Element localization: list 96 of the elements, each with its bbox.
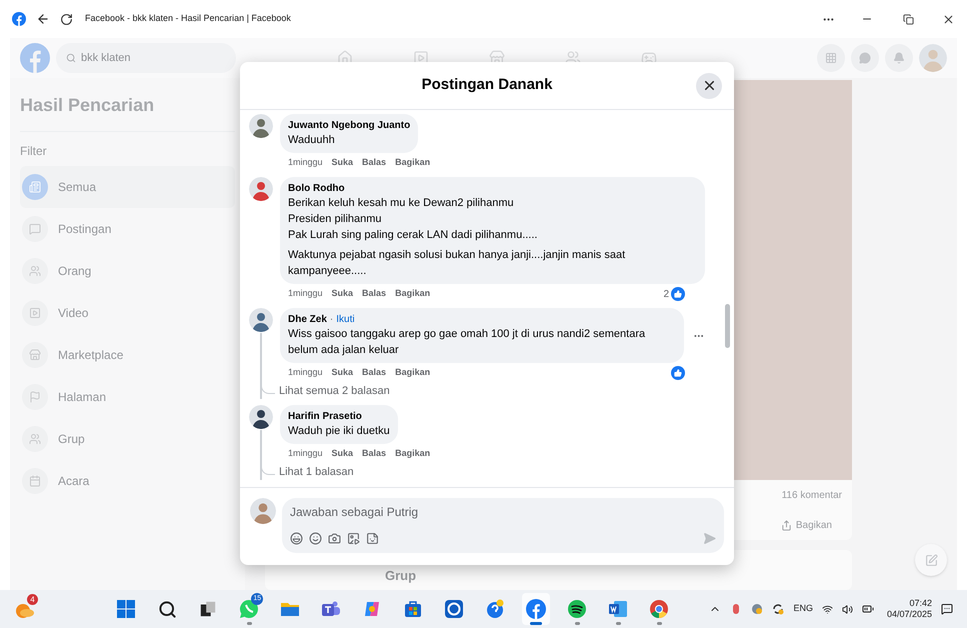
window-title: Facebook - bkk klaten - Hasil Pencarian | Facebook [85, 12, 291, 26]
author-name[interactable]: Harifin Prasetio [288, 410, 362, 423]
avatar [250, 498, 276, 524]
view-replies-link[interactable]: Lihat 1 balasan [279, 464, 354, 480]
notification-badge: 4 [27, 594, 38, 605]
comment-action[interactable]: Suka [332, 447, 354, 461]
author-name[interactable]: Dhe Zek [288, 313, 327, 326]
back-icon[interactable] [36, 12, 50, 26]
notification-icon[interactable] [941, 603, 953, 615]
facebook-icon[interactable] [12, 12, 26, 26]
shop-icon [22, 342, 48, 368]
search-icon[interactable] [158, 600, 177, 618]
avatar [249, 308, 273, 332]
comment-text: Wiss gaisoo tanggaku arep go gae omah 100 jt di urus nandi2 sementara belum ada jalan keluar [288, 327, 646, 358]
running-indicator [616, 622, 621, 625]
music-app-icon[interactable] [567, 599, 588, 619]
avatar [919, 44, 947, 72]
like-icon [671, 366, 685, 380]
search-field[interactable]: bkk klaten [56, 43, 236, 73]
comment-action[interactable]: Bagikan [395, 447, 430, 461]
speech-bubble-icon [22, 216, 48, 242]
comment-text: Berikan keluh kesah mu ke Dewan2 pilihanmu [288, 196, 515, 211]
close-icon[interactable] [942, 12, 955, 26]
dialog-title: Postingan Danank [422, 75, 552, 96]
filter-heading: Filter [20, 143, 48, 160]
running-indicator [246, 622, 252, 625]
follow-link[interactable]: Ikuti [336, 313, 355, 326]
emoji-icon[interactable] [309, 532, 322, 545]
close-button[interactable] [696, 72, 722, 98]
avatar [249, 177, 273, 201]
comment-action[interactable]: Suka [332, 287, 354, 301]
news-feed-icon [22, 174, 48, 200]
comment-action[interactable]: Suka [332, 156, 354, 170]
volume-icon[interactable] [842, 604, 853, 614]
author-name[interactable]: Juwanto Ngebong Juanto [288, 119, 410, 132]
comment-time[interactable]: 1minggu [288, 287, 323, 301]
comment-text: Waktunya pejabat ngasih solusi bukan hanya janji....janjin manis saat kampanyeee..... [288, 248, 626, 279]
avatar-sticker-icon[interactable] [290, 532, 303, 545]
section-heading: Grup [385, 568, 416, 583]
group-icon [22, 426, 48, 452]
shopping-bag-icon[interactable] [403, 599, 424, 619]
browser-icon[interactable] [649, 599, 670, 619]
comment-action[interactable]: Balas [362, 447, 386, 461]
document-app-icon[interactable] [608, 599, 628, 619]
comment-text: Waduuhh [288, 133, 336, 148]
task-view-icon[interactable] [199, 600, 218, 618]
flag-icon [22, 384, 48, 410]
reload-icon[interactable] [60, 12, 73, 26]
running-indicator [574, 622, 580, 625]
comment-action[interactable]: Balas [362, 156, 386, 170]
sync-icon[interactable] [772, 603, 784, 615]
language-indicator[interactable]: ENG [793, 602, 813, 616]
battery-icon[interactable] [862, 603, 874, 615]
running-indicator [530, 622, 542, 625]
comment-action[interactable]: Balas [362, 287, 386, 301]
team-icon[interactable] [321, 599, 342, 619]
comment-time[interactable]: 1minggu [288, 366, 323, 380]
page-heading: Hasil Pencarian [20, 94, 156, 117]
calendar-icon [22, 468, 48, 494]
play-icon [22, 300, 48, 326]
comment-time[interactable]: 1minggu [288, 447, 323, 461]
view-replies-link[interactable]: Lihat semua 2 balasan [279, 382, 390, 399]
comment-text: Presiden pilihanmu [288, 212, 383, 227]
gif-icon[interactable] [347, 532, 360, 545]
reply-field[interactable]: Jawaban sebagai Putrig [290, 504, 716, 520]
comment-action[interactable]: Balas [362, 366, 386, 380]
camera-icon[interactable] [328, 532, 341, 545]
author-name[interactable]: Bolo Rodho [288, 182, 345, 195]
comment-action[interactable]: Bagikan [395, 156, 430, 170]
comment-action[interactable]: Bagikan [395, 366, 430, 380]
search-icon [66, 53, 76, 63]
reaction-count: 2 [663, 288, 669, 302]
comment-action[interactable]: Suka [332, 366, 354, 380]
like-icon [671, 287, 685, 301]
tray-app-icon[interactable] [751, 603, 764, 615]
comment-time[interactable]: 1minggu [288, 156, 323, 170]
comment-action[interactable]: Bagikan [395, 287, 430, 301]
avatar [249, 114, 273, 138]
share-icon [780, 520, 792, 530]
restore-icon[interactable] [903, 14, 914, 24]
reply-box[interactable]: Jawaban sebagai Putrig [282, 498, 724, 553]
wifi-icon[interactable] [822, 604, 833, 614]
sticker-icon[interactable] [366, 532, 379, 545]
app-icon[interactable] [444, 599, 464, 619]
edit-icon [924, 554, 938, 566]
help-icon[interactable] [485, 599, 506, 619]
avatar [249, 405, 273, 429]
clock[interactable]: 07:42 04/07/2025 [886, 598, 932, 620]
windows-start-icon[interactable] [116, 599, 136, 619]
facebook-icon[interactable] [526, 599, 546, 619]
comment-text: Pak Lurah sing paling cerak LAN dadi pilihanmu..... [288, 228, 538, 243]
people-icon [22, 258, 48, 284]
comment-text: Waduh pie iki duetku [288, 424, 390, 439]
separator: · [330, 313, 334, 326]
running-indicator [656, 622, 662, 625]
scrollbar-thumb[interactable] [725, 304, 730, 348]
